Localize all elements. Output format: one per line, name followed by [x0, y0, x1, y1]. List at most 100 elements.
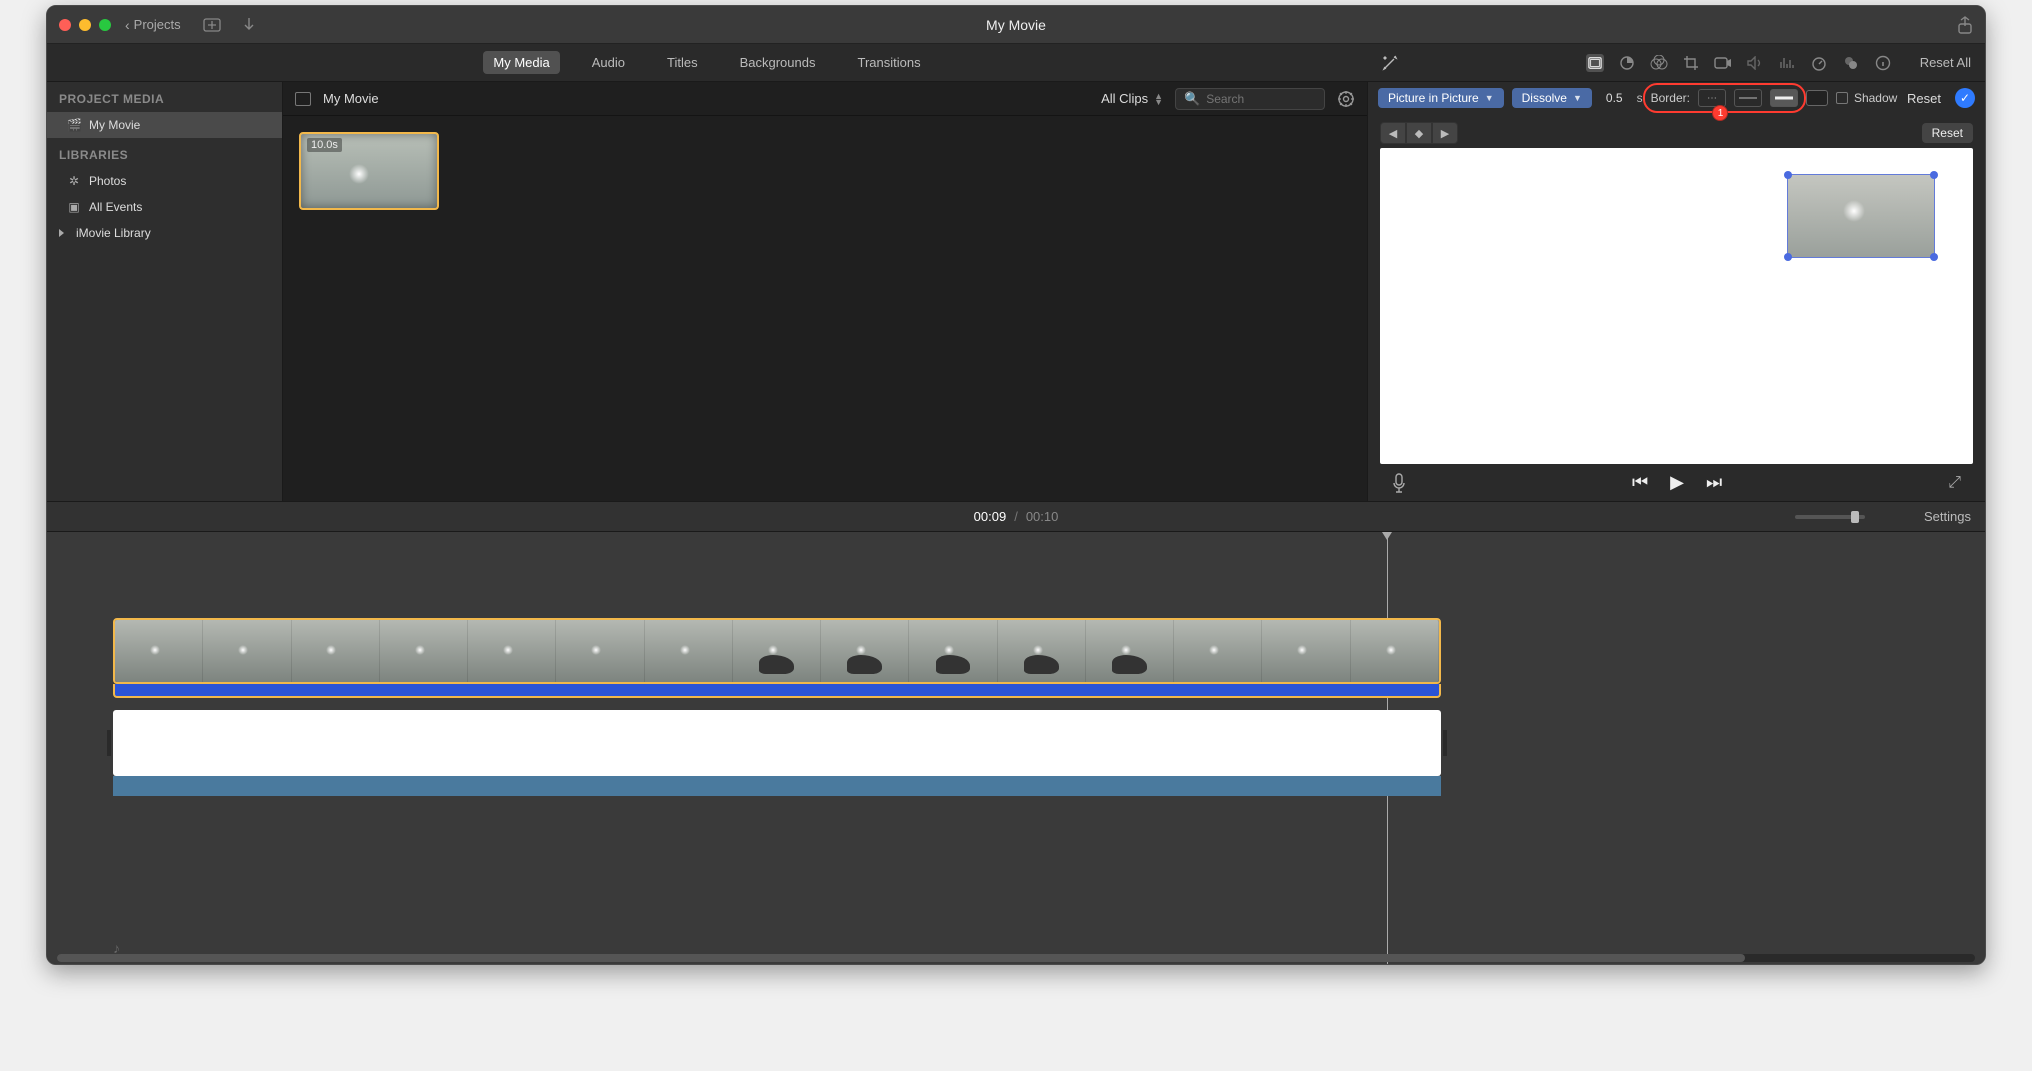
sidebar-item-imovie-library[interactable]: iMovie Library: [47, 220, 282, 246]
sidebar-item-label: All Events: [89, 200, 142, 214]
sidebar-item-all-events[interactable]: ▣ All Events: [47, 194, 282, 220]
pip-transition-dropdown[interactable]: Dissolve ▼: [1512, 88, 1592, 108]
color-balance-icon[interactable]: [1618, 54, 1636, 72]
timecode-row: 00:09 / 00:10 Settings: [47, 502, 1985, 532]
chevron-down-icon: ▼: [1573, 93, 1582, 103]
close-window-button[interactable]: [59, 19, 71, 31]
crop-icon[interactable]: [1682, 54, 1700, 72]
prev-frame-button[interactable]: ⏮: [1632, 472, 1648, 493]
imovie-window: ‹ Projects My Movie My Media Audio Title…: [46, 5, 1986, 965]
photos-icon: ✲: [67, 174, 81, 188]
back-to-projects-button[interactable]: ‹ Projects: [125, 17, 181, 33]
search-icon: 🔍: [1184, 91, 1200, 107]
sidebar-item-photos[interactable]: ✲ Photos: [47, 168, 282, 194]
keyframe-next-button[interactable]: ▶: [1432, 122, 1458, 144]
sidebar-item-label: Photos: [89, 174, 126, 188]
sidebar-item-my-movie[interactable]: 🎬 My Movie: [47, 112, 282, 138]
sidebar-item-label: iMovie Library: [76, 226, 151, 240]
keyframe-nav: ◀ ◆ ▶: [1380, 122, 1458, 144]
projects-label: Projects: [134, 17, 181, 32]
timeline[interactable]: ♪: [47, 532, 1985, 964]
middle-area: PROJECT MEDIA 🎬 My Movie LIBRARIES ✲ Pho…: [47, 82, 1985, 502]
canvas-area: ◀ ◆ ▶ Reset: [1368, 114, 1985, 501]
chevron-down-icon: ▼: [1485, 93, 1494, 103]
minimize-window-button[interactable]: [79, 19, 91, 31]
timeline-settings-button[interactable]: Settings: [1924, 509, 1971, 524]
clip-trim-handle-left[interactable]: [107, 730, 111, 756]
overlay-mode-label: Picture in Picture: [1388, 91, 1479, 105]
primary-audio-lane[interactable]: [113, 776, 1441, 796]
stabilization-icon[interactable]: [1714, 54, 1732, 72]
current-time: 00:09: [974, 509, 1007, 524]
color-correction-icon[interactable]: [1650, 54, 1668, 72]
clip-trim-handle-right[interactable]: [1443, 730, 1447, 756]
search-field[interactable]: 🔍: [1175, 88, 1325, 110]
play-button[interactable]: ▶: [1670, 472, 1684, 493]
events-icon: ▣: [67, 200, 81, 214]
pip-overlay[interactable]: [1787, 174, 1935, 258]
pip-shadow-label: Shadow: [1854, 91, 1897, 105]
overlay-audio-lane[interactable]: [113, 684, 1441, 698]
pip-duration-value[interactable]: 0.5: [1600, 88, 1629, 108]
tab-titles[interactable]: Titles: [657, 51, 708, 74]
sidebar-item-label: My Movie: [89, 118, 140, 132]
canvas-reset-button[interactable]: Reset: [1922, 123, 1973, 143]
voiceover-mic-icon[interactable]: [1392, 473, 1406, 493]
clip-filter-dropdown[interactable]: All Clips ▲▼: [1101, 91, 1163, 106]
browser-header: My Movie All Clips ▲▼ 🔍: [283, 82, 1367, 116]
inspector-toolbar: Reset All: [1367, 44, 1985, 81]
noise-reduction-icon[interactable]: [1778, 54, 1796, 72]
tab-my-media[interactable]: My Media: [483, 51, 559, 74]
import-media-icon[interactable]: [203, 18, 221, 32]
tab-backgrounds[interactable]: Backgrounds: [730, 51, 826, 74]
border-thin-button[interactable]: [1734, 89, 1762, 107]
apply-check-button[interactable]: ✓: [1955, 88, 1975, 108]
transport-controls: ⏮ ▶ ⏭ ⤢: [1380, 464, 1973, 501]
clapperboard-icon: 🎬: [67, 118, 81, 132]
reset-all-button[interactable]: Reset All: [1920, 55, 1971, 70]
speed-icon[interactable]: [1810, 54, 1828, 72]
sidebar-header-libraries: LIBRARIES: [47, 138, 282, 168]
enhance-wand-icon[interactable]: [1381, 54, 1399, 72]
share-icon[interactable]: [1957, 16, 1973, 34]
border-color-well[interactable]: [1806, 90, 1828, 106]
resize-handle-br[interactable]: [1930, 253, 1938, 261]
overlay-video-clip[interactable]: [113, 618, 1441, 684]
next-frame-button[interactable]: ⏭: [1706, 472, 1722, 493]
disclosure-triangle-icon[interactable]: [59, 229, 64, 237]
scrollbar-thumb[interactable]: [57, 954, 1745, 962]
browser-title: My Movie: [323, 91, 379, 106]
fullscreen-icon[interactable]: ⤢: [1948, 474, 1961, 492]
pip-duration-unit: s: [1637, 91, 1643, 105]
primary-video-clip[interactable]: [113, 710, 1441, 776]
search-input[interactable]: [1206, 92, 1316, 106]
resize-handle-bl[interactable]: [1784, 253, 1792, 261]
updown-icon: ▲▼: [1154, 93, 1163, 105]
timeline-zoom-slider[interactable]: [1795, 515, 1865, 519]
browser-settings-icon[interactable]: [1337, 90, 1355, 108]
pip-reset-button[interactable]: Reset: [1907, 91, 1941, 106]
viewer-panel: Picture in Picture ▼ Dissolve ▼ 0.5 s Bo…: [1367, 82, 1985, 501]
pip-inspector-bar: Picture in Picture ▼ Dissolve ▼ 0.5 s Bo…: [1368, 82, 1985, 114]
overlay-mode-dropdown[interactable]: Picture in Picture ▼: [1378, 88, 1504, 108]
time-separator: /: [1014, 509, 1018, 524]
timeline-scrollbar[interactable]: [57, 954, 1975, 962]
pip-shadow-toggle[interactable]: Shadow: [1836, 91, 1897, 105]
tab-transitions[interactable]: Transitions: [847, 51, 930, 74]
info-icon[interactable]: [1874, 54, 1892, 72]
resize-handle-tl[interactable]: [1784, 171, 1792, 179]
zoom-window-button[interactable]: [99, 19, 111, 31]
clip-grid: 10.0s: [283, 116, 1367, 501]
keyframe-add-button[interactable]: ◆: [1406, 122, 1432, 144]
filmstrip-toggle[interactable]: [295, 92, 311, 106]
keyframe-prev-button[interactable]: ◀: [1380, 122, 1406, 144]
resize-handle-tr[interactable]: [1930, 171, 1938, 179]
volume-icon[interactable]: [1746, 54, 1764, 72]
preview-canvas[interactable]: [1380, 148, 1973, 464]
download-icon[interactable]: [243, 17, 255, 33]
overlay-settings-icon[interactable]: [1586, 54, 1604, 72]
tab-audio[interactable]: Audio: [582, 51, 635, 74]
clip-thumbnail[interactable]: 10.0s: [299, 132, 439, 210]
border-thick-button[interactable]: [1770, 89, 1798, 107]
clip-filter-icon[interactable]: [1842, 54, 1860, 72]
